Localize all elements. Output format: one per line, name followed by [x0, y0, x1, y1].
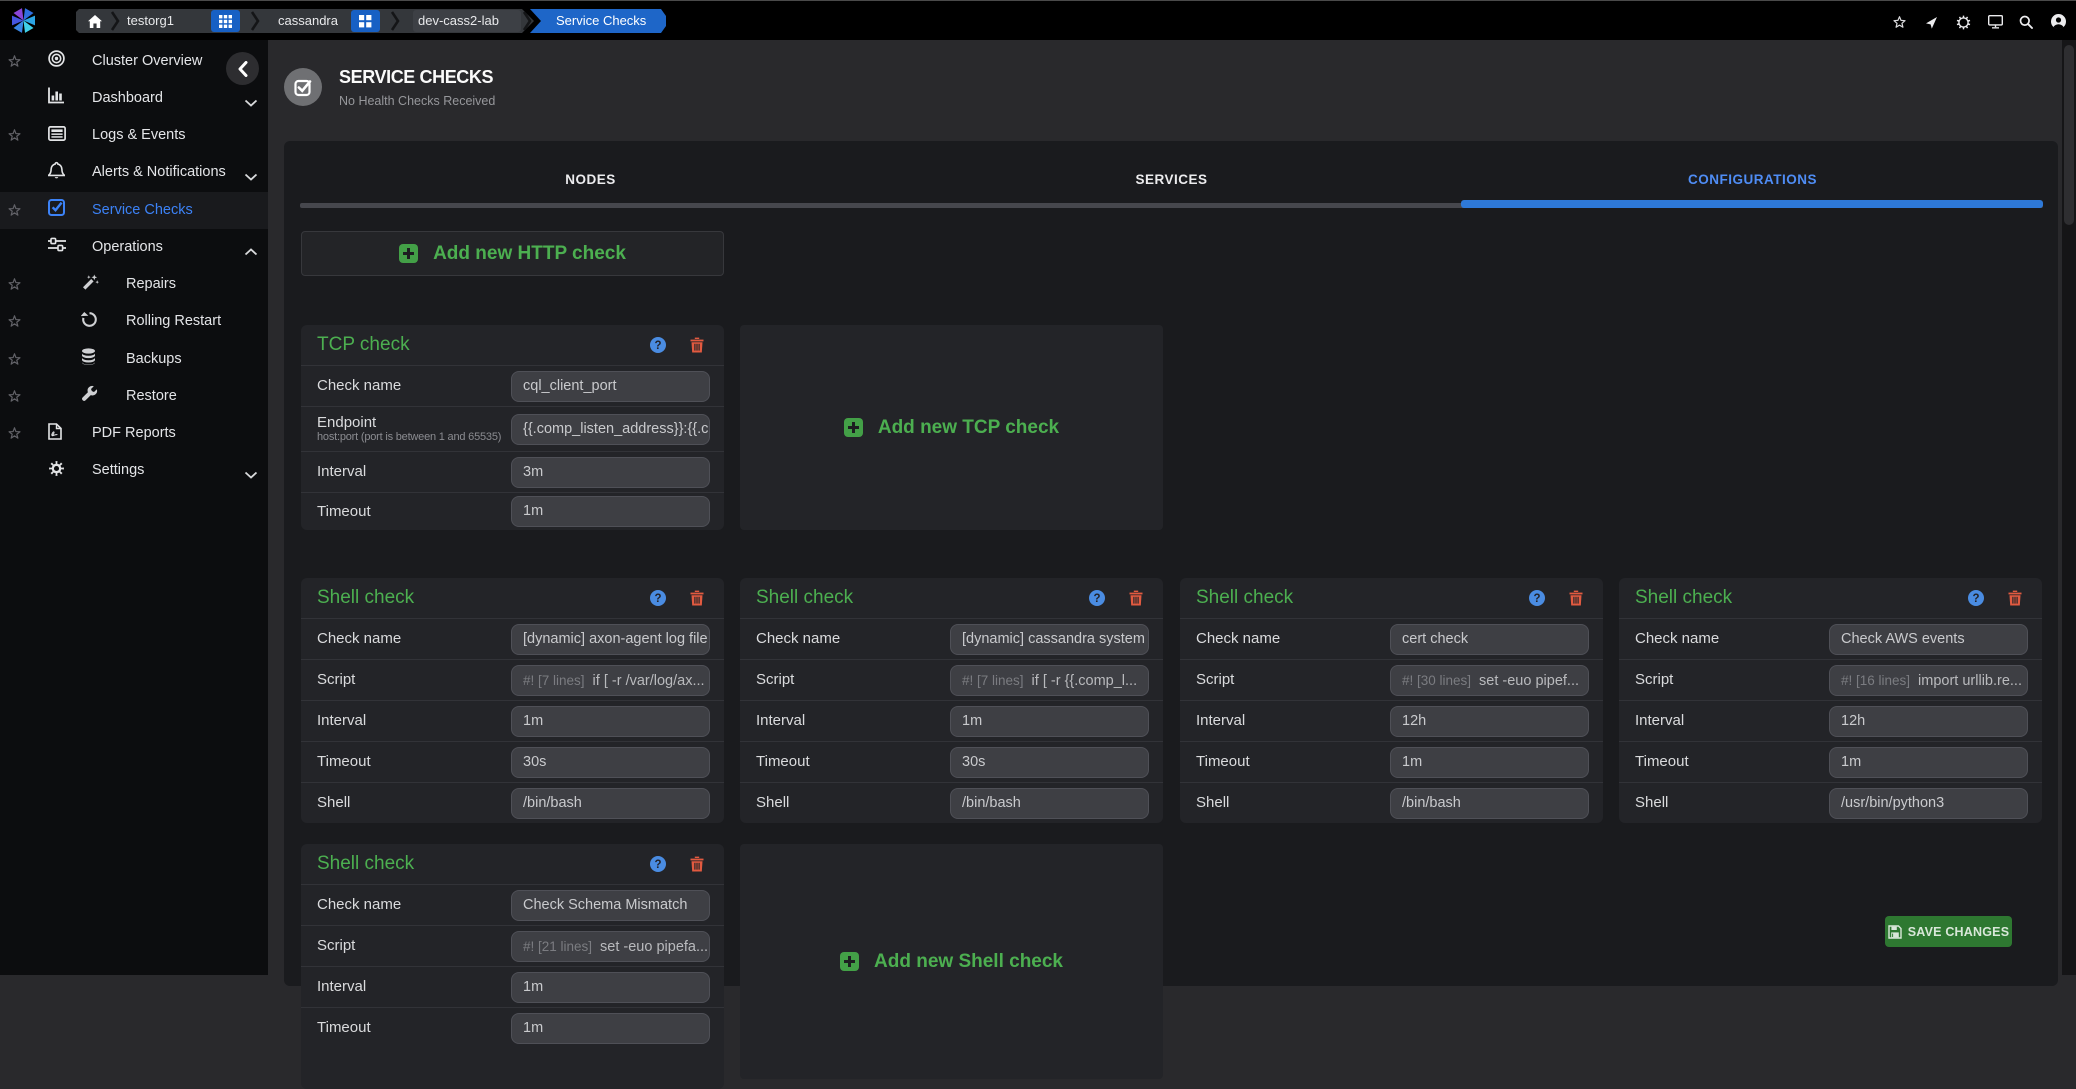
svg-text:?: ? — [1972, 593, 1979, 605]
svg-text:?: ? — [654, 859, 661, 871]
svg-text:?: ? — [654, 340, 661, 352]
svg-text:?: ? — [654, 593, 661, 605]
svg-text:?: ? — [1093, 593, 1100, 605]
svg-text:?: ? — [1533, 593, 1540, 605]
